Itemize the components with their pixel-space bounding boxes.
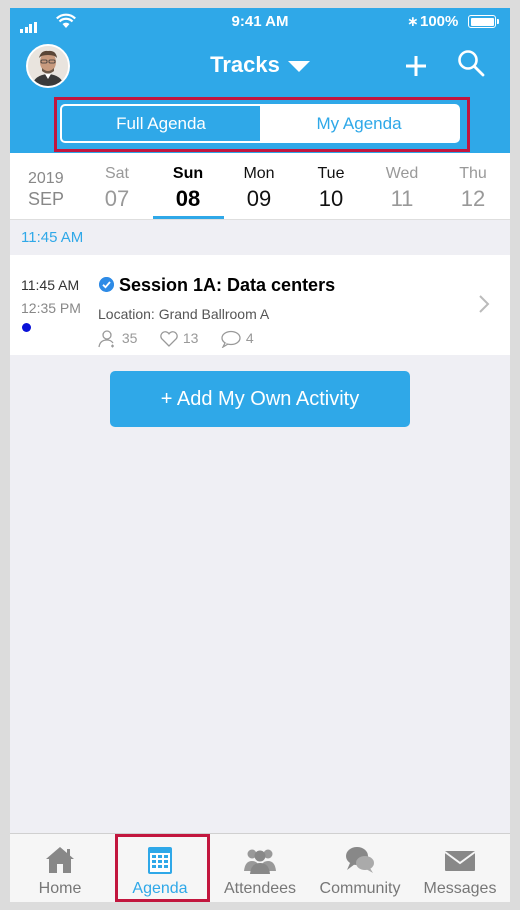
envelope-icon — [444, 851, 476, 871]
page-title: Tracks — [210, 52, 280, 77]
selected-day-indicator — [153, 216, 224, 219]
comment-count[interactable]: 4 — [220, 330, 254, 350]
date-strip: 2019 SEP Sat 07 Sun 08 Mon 09 Tue 10 Wed… — [10, 153, 510, 220]
page-title-dropdown[interactable]: Tracks — [160, 52, 360, 78]
attendee-count: 35 — [98, 330, 137, 348]
chevron-right-icon — [479, 295, 490, 313]
add-own-activity-button[interactable]: + Add My Own Activity — [110, 371, 410, 427]
bluetooth-icon: ∗ — [407, 13, 419, 29]
tab-home[interactable]: Home — [10, 834, 110, 902]
comment-icon — [221, 331, 241, 350]
year-month-label: 2019 SEP — [28, 170, 64, 210]
checkmark-icon — [99, 277, 114, 292]
day-sat[interactable]: Sat 07 — [82, 165, 152, 212]
people-icon — [244, 849, 276, 874]
battery-icon — [468, 15, 496, 28]
day-tue[interactable]: Tue 10 — [296, 165, 366, 212]
my-agenda-tab[interactable]: My Agenda — [260, 106, 458, 141]
session-location: Location: Grand Ballroom A — [98, 306, 270, 322]
session-title: Session 1A: Data centers — [119, 275, 336, 295]
app-header: 9:41 AM ∗ 100% Tracks Full Agenda My Age… — [10, 8, 510, 153]
day-wed[interactable]: Wed 11 — [367, 165, 437, 212]
tab-messages[interactable]: Messages — [410, 834, 510, 902]
avatar[interactable] — [26, 44, 70, 88]
agenda-segmented-control: Full Agenda My Agenda — [60, 104, 460, 143]
chat-bubbles-icon — [346, 847, 374, 873]
bottom-tab-bar: Home Agenda Attendees Community Messages — [10, 833, 510, 902]
phone-screen: 9:41 AM ∗ 100% Tracks Full Agenda My Age… — [10, 8, 510, 902]
session-end-time: 12:35 PM — [21, 300, 81, 316]
home-icon — [46, 847, 74, 873]
agenda-tab-highlight — [115, 834, 210, 902]
heart-icon — [160, 331, 178, 348]
search-icon[interactable] — [456, 48, 486, 78]
full-agenda-tab[interactable]: Full Agenda — [62, 106, 260, 141]
time-section-header: 11:45 AM — [10, 221, 510, 255]
year-label: 2019 — [28, 170, 64, 187]
person-icon — [98, 330, 114, 348]
session-row[interactable]: 11:45 AM 12:35 PM Session 1A: Data cente… — [10, 255, 510, 355]
status-bar: 9:41 AM ∗ 100% — [10, 8, 510, 36]
day-mon[interactable]: Mon 09 — [224, 165, 294, 212]
track-color-dot — [22, 323, 31, 332]
battery-percent: 100% — [420, 13, 459, 30]
month-label: SEP — [28, 189, 65, 209]
like-count[interactable]: 13 — [159, 330, 198, 348]
user-avatar-icon — [28, 46, 68, 86]
tab-attendees[interactable]: Attendees — [210, 834, 310, 902]
chevron-down-icon — [287, 60, 310, 72]
tab-community[interactable]: Community — [310, 834, 410, 902]
day-thu[interactable]: Thu 12 — [438, 165, 508, 212]
plus-icon[interactable] — [401, 50, 431, 80]
day-sun[interactable]: Sun 08 — [153, 165, 223, 212]
session-start-time: 11:45 AM — [21, 277, 80, 293]
